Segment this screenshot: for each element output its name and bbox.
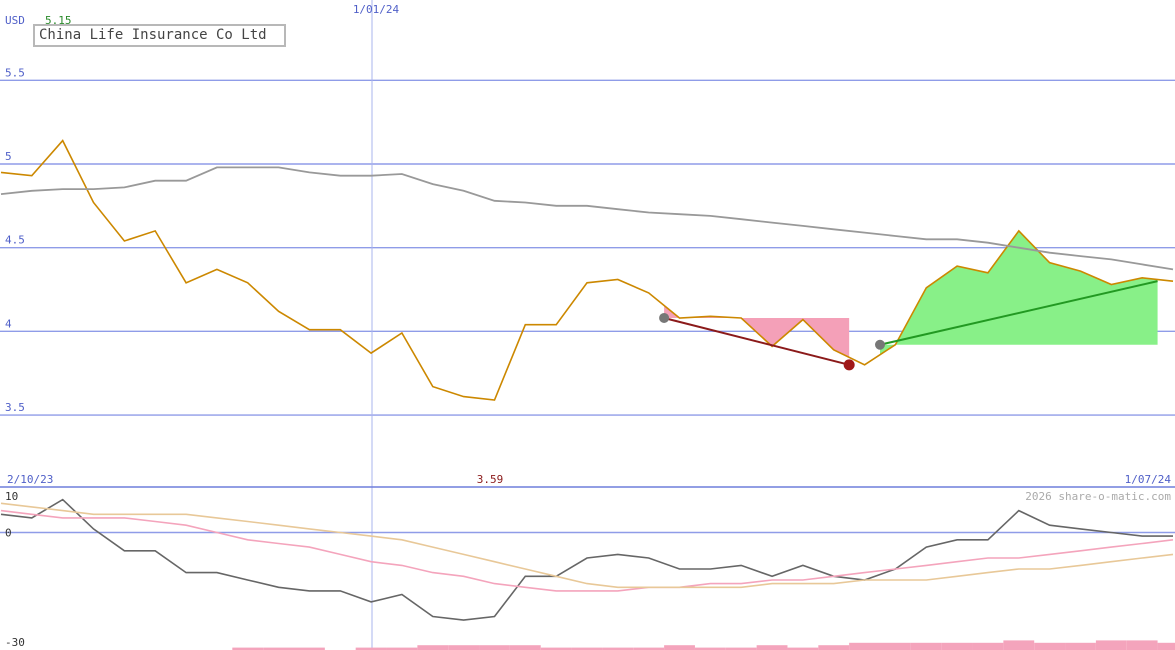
advance-start-marker [875, 339, 885, 350]
volume-bar [479, 645, 510, 650]
ytick-label: 5 [5, 150, 12, 163]
volume-bar [664, 645, 695, 650]
volume-bar [1065, 642, 1096, 650]
volume-bar [880, 642, 911, 650]
lower-ytick-label: 0 [5, 527, 12, 540]
volume-bar [1034, 642, 1066, 650]
ytick-label: 4 [5, 317, 12, 330]
currency-label: USD [5, 14, 25, 27]
volume-bar [509, 645, 541, 650]
volume-bar [941, 642, 973, 650]
volume-bar [849, 642, 880, 650]
volume-bar [417, 645, 449, 650]
stock-chart: 5.554.543.5100-30USD 5.151/01/242/10/23 1/… [0, 0, 1175, 650]
volume-bar [1003, 640, 1035, 650]
volume-bar [1126, 640, 1158, 650]
fast-average-line [0, 502, 1174, 589]
ytick-label: 3.5 [5, 401, 25, 414]
x-end-date-label: 1/07/24 [1125, 473, 1172, 486]
moving-average-line [0, 166, 1174, 271]
min-price-label: 3.59 [477, 473, 504, 486]
volume-bar [756, 645, 788, 650]
ytick-label: 4.5 [5, 234, 25, 247]
decline-start-marker [659, 312, 670, 323]
volume-bar [448, 645, 480, 650]
volume-bar [1095, 640, 1127, 650]
lower-ytick-label: -30 [5, 636, 25, 649]
indicator-panel [0, 498, 1175, 650]
ytick-label: 5.5 [5, 66, 25, 79]
volume-bar [818, 645, 850, 650]
volume-bar [972, 642, 1004, 650]
x-start-date-label: 2/10/23 [7, 473, 53, 486]
watermark: 2026 share-o-matic.com [1025, 490, 1171, 503]
lower-ytick-label: 10 [5, 490, 18, 503]
momentum-line [0, 498, 1173, 621]
chart-title: China Life Insurance Co Ltd [33, 24, 286, 47]
volume-bar [1157, 642, 1175, 650]
x-mid-date-label: 1/01/24 [353, 3, 400, 16]
slow-average-line [0, 509, 1174, 592]
decline-end-marker [843, 359, 855, 371]
volume-bar [910, 642, 942, 650]
